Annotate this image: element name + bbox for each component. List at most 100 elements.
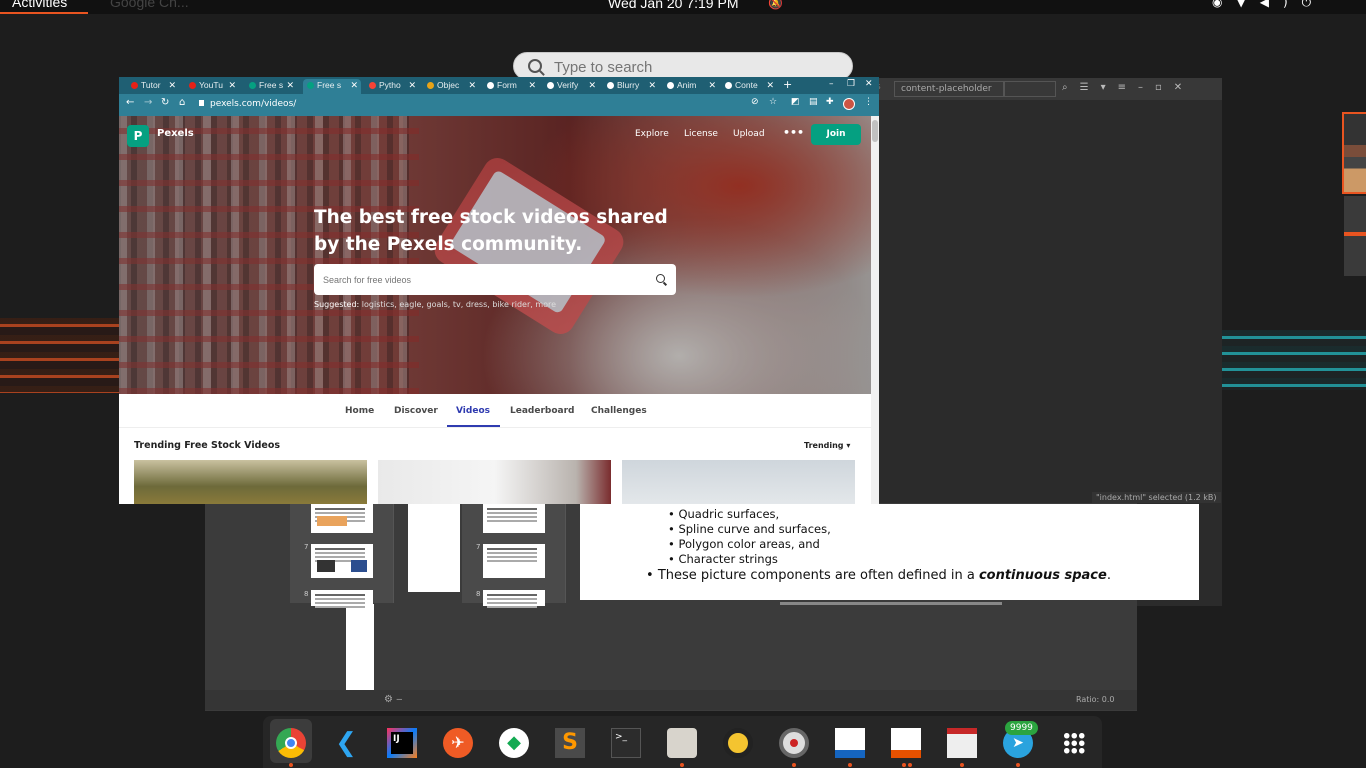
disk-usage-icon[interactable] <box>779 728 809 758</box>
tab-leaderboard[interactable]: Leaderboard <box>510 406 574 416</box>
slide-thumbnail[interactable] <box>311 590 373 606</box>
star-icon[interactable]: ☆ <box>769 97 777 107</box>
gear-icon[interactable]: ⚙ ‒ <box>384 694 403 705</box>
extension-icon[interactable]: ◩ <box>791 97 800 107</box>
wifi-icon[interactable]: ▼ <box>1236 0 1259 9</box>
slide-horizontal-scrollbar[interactable] <box>780 602 1002 605</box>
workspace-thumbnail[interactable] <box>1344 196 1366 276</box>
address-bar[interactable]: pexels.com/videos/ <box>199 97 659 113</box>
nav-upload[interactable]: Upload <box>733 129 765 139</box>
more-menu-icon[interactable]: ••• <box>783 126 804 139</box>
sublime-text-icon[interactable]: S <box>555 728 585 758</box>
slide-canvas[interactable]: Quadric surfaces, Spline curve and surfa… <box>580 504 1199 600</box>
reload-icon[interactable]: ↻ <box>161 97 169 108</box>
slide-thumbnail[interactable] <box>311 504 373 533</box>
close-icon[interactable]: ✕ <box>708 80 716 91</box>
avatar[interactable] <box>843 98 855 110</box>
nav-explore[interactable]: Explore <box>635 129 669 139</box>
minimize-icon[interactable]: – <box>829 79 834 89</box>
browser-tab[interactable]: Verify ✕ <box>543 79 599 94</box>
browser-tab[interactable]: Pytho ✕ <box>365 79 419 94</box>
close-icon[interactable]: ✕ <box>408 80 416 91</box>
hero-search-box[interactable] <box>314 264 676 295</box>
back-icon[interactable]: ← <box>126 97 134 108</box>
browser-tab-active[interactable]: Free s ✕ <box>303 79 361 94</box>
brand-name[interactable]: Pexels <box>157 128 194 139</box>
chrome-icon[interactable] <box>276 728 306 758</box>
menu-icon[interactable]: ≡ <box>1118 82 1138 93</box>
video-thumbnail[interactable] <box>378 460 611 504</box>
close-icon[interactable]: ✕ <box>286 80 294 91</box>
list-view-icon[interactable]: ☰ <box>1080 82 1101 93</box>
pexels-logo-icon[interactable]: P <box>127 125 149 147</box>
tab-discover[interactable]: Discover <box>394 406 438 416</box>
extension-icon[interactable]: ▤ <box>809 97 818 107</box>
home-icon[interactable]: ⌂ <box>179 97 185 108</box>
video-thumbnail[interactable] <box>622 460 855 504</box>
tab-videos[interactable]: Videos <box>456 406 490 416</box>
editor-path-combo[interactable]: content-placeholder <box>894 81 1004 97</box>
close-icon[interactable]: ✕ <box>766 80 774 91</box>
browser-tab[interactable]: Form ✕ <box>483 79 539 94</box>
network-icon[interactable]: ◉ <box>1212 0 1236 9</box>
rhythmbox-icon[interactable] <box>723 728 753 758</box>
volume-icon[interactable]: ◀) <box>1260 0 1302 9</box>
browser-tab[interactable]: Free s ✕ <box>245 79 297 94</box>
writer-icon[interactable] <box>835 728 865 758</box>
search-icon[interactable] <box>656 274 665 283</box>
activities-button[interactable]: Activities <box>0 0 88 14</box>
slide-thumbnail[interactable] <box>483 544 545 578</box>
close-icon[interactable]: ✕ <box>865 79 873 89</box>
browser-tab[interactable]: Objec ✕ <box>423 79 479 94</box>
close-icon[interactable]: ✕ <box>350 80 358 91</box>
apps-grid-icon[interactable] <box>1063 732 1085 754</box>
search-icon[interactable]: ⌕ <box>1062 82 1080 93</box>
clock[interactable]: Wed Jan 20 7:19 PM <box>608 0 738 11</box>
video-thumbnail[interactable] <box>134 460 367 504</box>
suggested-links[interactable]: logistics, eagle, goals, tv, dress, bike… <box>362 300 556 309</box>
trending-dropdown[interactable]: Trending ▾ <box>804 441 850 450</box>
browser-tab[interactable]: Blurry ✕ <box>603 79 659 94</box>
close-icon[interactable]: ✕ <box>468 80 476 91</box>
document-viewer-icon[interactable] <box>947 728 977 758</box>
close-icon[interactable]: ✕ <box>588 80 596 91</box>
puzzle-icon[interactable]: ✚ <box>826 97 834 107</box>
chrome-window[interactable]: Tutor ✕ YouTu ✕ Free s ✕ Free s ✕ Pytho ✕ Obj… <box>119 77 879 504</box>
restore-icon[interactable]: ❐ <box>847 79 855 89</box>
join-button[interactable]: Join <box>811 124 861 145</box>
impress-icon[interactable] <box>891 728 921 758</box>
editor-path-combo-extra[interactable] <box>1004 81 1056 97</box>
browser-tab[interactable]: Tutor ✕ <box>127 79 179 94</box>
close-icon[interactable]: ✕ <box>528 80 536 91</box>
slide-thumbnail[interactable] <box>483 590 545 606</box>
system-tray[interactable]: ◉▼◀)⏻ <box>1212 0 1325 10</box>
new-tab-button[interactable]: + <box>783 78 792 91</box>
close-icon[interactable]: ✕ <box>648 80 656 91</box>
slide-thumbnail[interactable] <box>311 544 373 578</box>
editor-window-buttons[interactable]: ⌕☰▾≡–▫✕ <box>1062 82 1194 93</box>
browser-tab[interactable]: YouTu ✕ <box>185 79 239 94</box>
forward-icon[interactable]: → <box>144 97 152 108</box>
browser-tab[interactable]: Conte ✕ <box>721 79 777 94</box>
files-icon[interactable] <box>667 728 697 758</box>
mongodb-compass-icon[interactable]: ◆ <box>499 728 529 758</box>
overview-search[interactable] <box>513 52 853 80</box>
close-icon[interactable]: ✕ <box>228 80 236 91</box>
terminal-icon[interactable]: >_ <box>611 728 641 758</box>
close-icon[interactable]: ✕ <box>1174 82 1194 93</box>
overview-search-input[interactable] <box>554 56 844 78</box>
browser-tab[interactable]: Anim ✕ <box>663 79 719 94</box>
workspace-thumbnail-active[interactable] <box>1342 112 1366 194</box>
nav-license[interactable]: License <box>684 129 718 139</box>
vscode-icon[interactable]: ❮ <box>331 728 361 758</box>
slide-thumbnail[interactable] <box>483 504 545 533</box>
eye-off-icon[interactable]: ⊘ <box>751 97 759 107</box>
chevron-down-icon[interactable]: ▾ <box>1101 82 1118 93</box>
intellij-icon[interactable]: IJ <box>387 728 417 758</box>
minimize-icon[interactable]: – <box>1138 82 1155 93</box>
tab-challenges[interactable]: Challenges <box>591 406 647 416</box>
bell-muted-icon[interactable]: 🔕 <box>768 0 783 10</box>
video-search-input[interactable] <box>323 272 643 287</box>
scrollbar-thumb[interactable] <box>872 120 878 142</box>
kebab-menu-icon[interactable]: ⋮ <box>864 97 873 107</box>
